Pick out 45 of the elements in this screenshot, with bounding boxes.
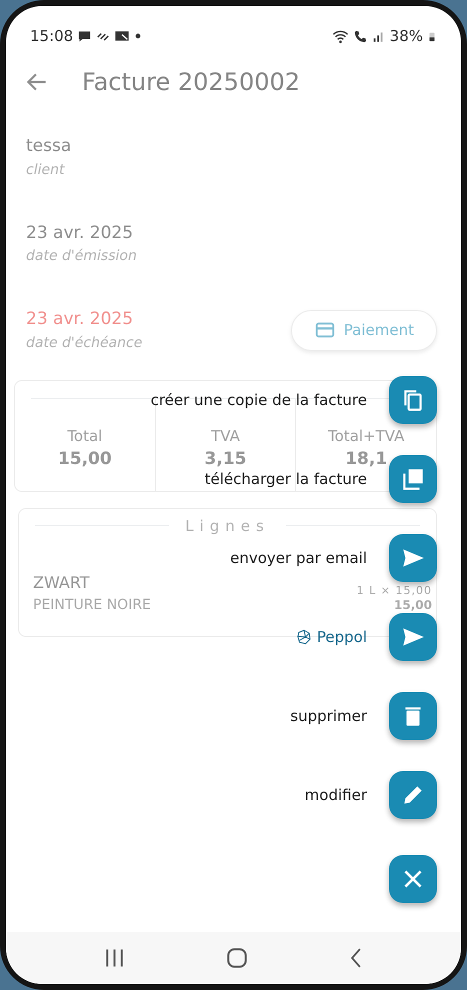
section-title: Lignes [185, 516, 270, 536]
battery-level: 38% [390, 26, 423, 47]
field-value: 23 avr. 2025 [26, 222, 134, 244]
delete-button[interactable] [389, 692, 437, 740]
total-value: 3,15 [204, 448, 248, 471]
menu-label: créer une copie de la facture [150, 390, 367, 411]
close-button[interactable] [389, 855, 437, 903]
item-quantity: 1 L × 15,00 [356, 584, 432, 598]
back-nav-icon [351, 948, 361, 968]
total-value: 18,1 [344, 448, 388, 471]
field-value: tessa [26, 135, 72, 158]
wifi-icon [332, 28, 349, 44]
menu-label: supprimer [290, 706, 367, 727]
call-icon [352, 28, 368, 44]
field-label: date d'échéance [26, 334, 142, 352]
dot-icon [134, 32, 142, 40]
page-title: Facture 20250002 [82, 67, 300, 98]
field-label: client [26, 160, 66, 180]
back-nav-button[interactable] [351, 948, 361, 968]
item-description: PEINTURE NOIRE [33, 596, 151, 615]
total-value: 15,00 [56, 448, 113, 471]
send-button[interactable] [389, 613, 437, 661]
payment-button[interactable]: Paiement [290, 310, 437, 350]
menu-label: envoyer par email [230, 548, 367, 569]
field-value: 23 avr. 2025 [26, 308, 134, 331]
field-label: date d'émission [26, 247, 137, 266]
total-label: TVA [210, 426, 241, 446]
network-logo-icon [294, 628, 313, 646]
menu-label: modifier [304, 784, 367, 806]
menu-label: Peppol [316, 626, 367, 648]
chat-bubble-icon [77, 28, 92, 44]
item-name: ZWART [33, 572, 91, 594]
item-amount: 15,00 [394, 598, 432, 612]
recents-button[interactable] [106, 948, 123, 968]
status-time: 15:08 [30, 26, 74, 47]
menu-label: télécharger la facture [204, 468, 367, 490]
recents-icon [106, 948, 123, 968]
home-icon [227, 948, 247, 968]
download-button[interactable] [389, 455, 437, 503]
edit-button[interactable] [389, 771, 437, 819]
copy-button[interactable] [389, 376, 437, 424]
send-button[interactable] [389, 534, 437, 582]
total-label: Total [66, 426, 104, 446]
home-button[interactable] [227, 948, 247, 968]
total-label: Total+TVA [327, 426, 406, 446]
